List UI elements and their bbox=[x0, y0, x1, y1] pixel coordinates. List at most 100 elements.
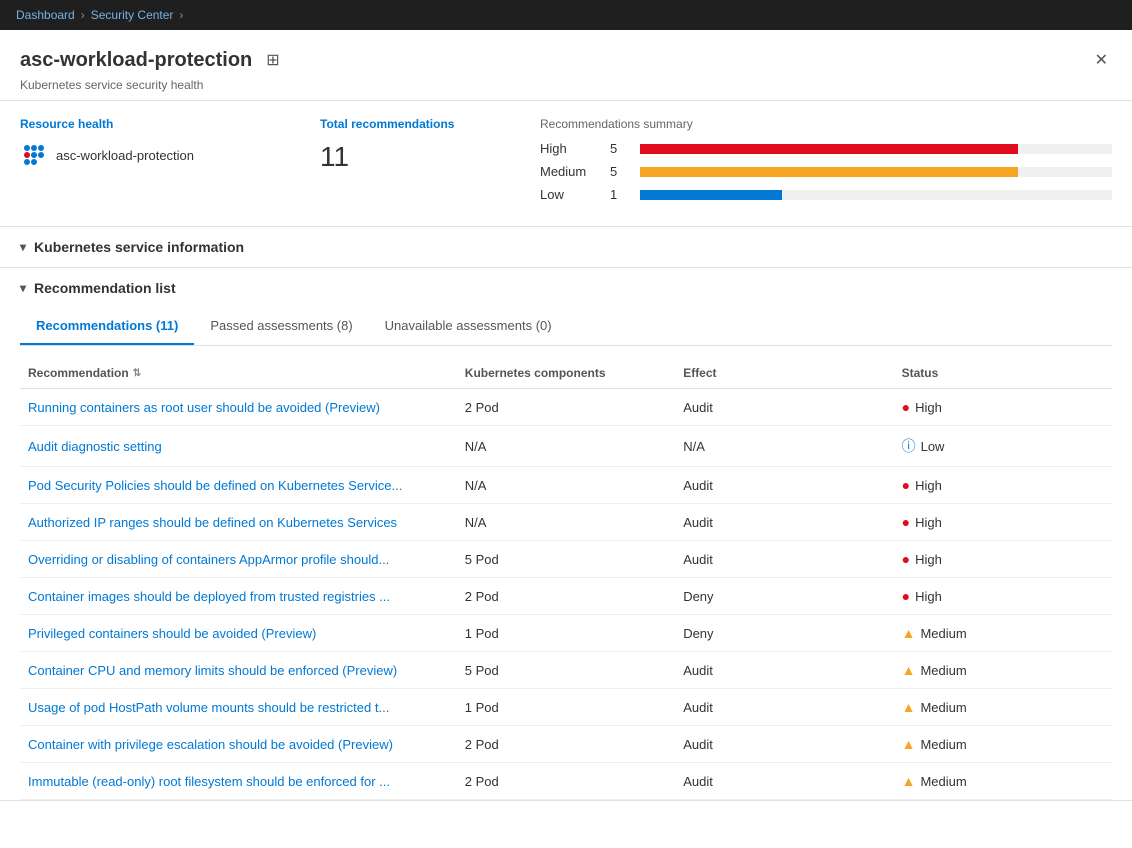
kubernetes-section-title: Kubernetes service information bbox=[34, 239, 244, 255]
cell-recommendation[interactable]: Authorized IP ranges should be defined o… bbox=[20, 514, 457, 530]
cell-effect: Audit bbox=[675, 773, 893, 789]
severity-medium-count: 5 bbox=[610, 164, 630, 179]
recommendations-summary: Recommendations summary High 5 Medium 5 … bbox=[540, 117, 1112, 210]
col-header-status-label: Status bbox=[902, 366, 939, 380]
cell-recommendation[interactable]: Immutable (read-only) root filesystem sh… bbox=[20, 773, 457, 789]
summary-section: Resource health asc-workload-protection … bbox=[0, 101, 1132, 227]
table-header: Recommendation ⇅ Kubernetes components E… bbox=[20, 358, 1112, 389]
cell-recommendation[interactable]: Overriding or disabling of containers Ap… bbox=[20, 551, 457, 567]
tabs: Recommendations (11) Passed assessments … bbox=[20, 308, 1112, 346]
cell-effect: Audit bbox=[675, 662, 893, 678]
status-badge: ▲ Medium bbox=[902, 773, 967, 789]
cell-effect: Audit bbox=[675, 551, 893, 567]
severity-medium-row: Medium 5 bbox=[540, 164, 1112, 179]
recommendation-list-title: Recommendation list bbox=[34, 280, 176, 296]
col-header-components-label: Kubernetes components bbox=[465, 366, 606, 380]
recommendations-table: Recommendation ⇅ Kubernetes components E… bbox=[20, 358, 1112, 800]
status-badge: ▲ Medium bbox=[902, 625, 967, 641]
cell-status: ▲ Medium bbox=[894, 625, 1112, 641]
cell-recommendation[interactable]: Pod Security Policies should be defined … bbox=[20, 477, 457, 493]
status-badge: ▲ Medium bbox=[902, 736, 967, 752]
total-recs-label: Total recommendations bbox=[320, 117, 480, 131]
breadcrumb-security-center[interactable]: Security Center bbox=[91, 8, 174, 22]
resource-health-label: Resource health bbox=[20, 117, 260, 131]
status-badge: ● High bbox=[902, 551, 942, 567]
recommendation-list-collapse-icon: ▾ bbox=[20, 281, 26, 295]
kubernetes-collapse-icon: ▾ bbox=[20, 240, 26, 254]
status-level: High bbox=[915, 478, 942, 493]
table-row: Privileged containers should be avoided … bbox=[20, 615, 1112, 652]
cell-status: ● High bbox=[894, 551, 1112, 567]
col-header-status: Status bbox=[894, 366, 1112, 380]
cell-components: 2 Pod bbox=[457, 736, 675, 752]
severity-low-bar bbox=[640, 190, 782, 200]
resource-health: Resource health asc-workload-protection bbox=[20, 117, 260, 210]
table-row: Container images should be deployed from… bbox=[20, 578, 1112, 615]
cell-recommendation[interactable]: Audit diagnostic setting bbox=[20, 436, 457, 456]
severity-high-label: High bbox=[540, 141, 600, 156]
cell-status: ● High bbox=[894, 514, 1112, 530]
recommendation-list-header[interactable]: ▾ Recommendation list bbox=[0, 268, 1132, 308]
cell-components: 1 Pod bbox=[457, 625, 675, 641]
col-header-components: Kubernetes components bbox=[457, 366, 675, 380]
resource-item: asc-workload-protection bbox=[20, 141, 260, 169]
cell-recommendation[interactable]: Usage of pod HostPath volume mounts shou… bbox=[20, 699, 457, 715]
cell-components: N/A bbox=[457, 514, 675, 530]
kubernetes-section-header[interactable]: ▾ Kubernetes service information bbox=[0, 227, 1132, 267]
kubernetes-section: ▾ Kubernetes service information bbox=[0, 227, 1132, 268]
table-row: Running containers as root user should b… bbox=[20, 389, 1112, 426]
status-icon-medium: ▲ bbox=[902, 662, 916, 678]
status-level: Medium bbox=[920, 737, 966, 752]
cell-recommendation[interactable]: Running containers as root user should b… bbox=[20, 399, 457, 415]
recs-summary-title: Recommendations summary bbox=[540, 117, 1112, 131]
status-badge: ● High bbox=[902, 588, 942, 604]
cell-status: ● High bbox=[894, 399, 1112, 415]
pin-button[interactable]: ⊞ bbox=[262, 46, 283, 74]
status-icon-medium: ▲ bbox=[902, 736, 916, 752]
cell-status: ▲ Medium bbox=[894, 736, 1112, 752]
recommendation-list-section: ▾ Recommendation list Recommendations (1… bbox=[0, 268, 1132, 801]
cell-recommendation[interactable]: Privileged containers should be avoided … bbox=[20, 625, 457, 641]
total-recs-count: 11 bbox=[320, 141, 480, 173]
status-level: High bbox=[915, 589, 942, 604]
cell-effect: Audit bbox=[675, 399, 893, 415]
sort-icon-recommendation[interactable]: ⇅ bbox=[133, 368, 141, 379]
status-level: Medium bbox=[920, 700, 966, 715]
page-header: asc-workload-protection ⊞ Kubernetes ser… bbox=[0, 30, 1132, 101]
cell-recommendation[interactable]: Container images should be deployed from… bbox=[20, 588, 457, 604]
table-row: Overriding or disabling of containers Ap… bbox=[20, 541, 1112, 578]
cell-effect: Deny bbox=[675, 588, 893, 604]
tab-recommendations[interactable]: Recommendations (11) bbox=[20, 308, 194, 345]
status-icon-high: ● bbox=[902, 514, 910, 530]
tab-unavailable-assessments[interactable]: Unavailable assessments (0) bbox=[369, 308, 568, 345]
tab-passed-assessments[interactable]: Passed assessments (8) bbox=[194, 308, 368, 345]
total-recommendations: Total recommendations 11 bbox=[320, 117, 480, 210]
cell-recommendation[interactable]: Container CPU and memory limits should b… bbox=[20, 662, 457, 678]
table-row: Usage of pod HostPath volume mounts shou… bbox=[20, 689, 1112, 726]
severity-low-label: Low bbox=[540, 187, 600, 202]
status-icon-low: ⓘ bbox=[902, 436, 916, 456]
cell-components: N/A bbox=[457, 477, 675, 493]
close-button[interactable]: ✕ bbox=[1091, 46, 1112, 74]
cell-effect: N/A bbox=[675, 436, 893, 456]
table-row: Immutable (read-only) root filesystem sh… bbox=[20, 763, 1112, 800]
severity-high-bar-container bbox=[640, 144, 1112, 154]
status-level: Medium bbox=[920, 774, 966, 789]
col-header-recommendation: Recommendation ⇅ bbox=[20, 366, 457, 380]
cell-status: ● High bbox=[894, 588, 1112, 604]
cell-status: ▲ Medium bbox=[894, 662, 1112, 678]
status-level: Medium bbox=[920, 663, 966, 678]
severity-low-count: 1 bbox=[610, 187, 630, 202]
breadcrumb-dashboard[interactable]: Dashboard bbox=[16, 8, 75, 22]
cell-recommendation[interactable]: Container with privilege escalation shou… bbox=[20, 736, 457, 752]
breadcrumb: Dashboard › Security Center › bbox=[0, 0, 1132, 30]
status-icon-high: ● bbox=[902, 588, 910, 604]
status-icon-medium: ▲ bbox=[902, 625, 916, 641]
status-badge: ▲ Medium bbox=[902, 662, 967, 678]
status-icon-high: ● bbox=[902, 551, 910, 567]
cell-components: 2 Pod bbox=[457, 588, 675, 604]
page-title: asc-workload-protection ⊞ bbox=[20, 46, 284, 74]
cell-status: ● High bbox=[894, 477, 1112, 493]
status-badge: ● High bbox=[902, 399, 942, 415]
cell-components: 2 Pod bbox=[457, 399, 675, 415]
